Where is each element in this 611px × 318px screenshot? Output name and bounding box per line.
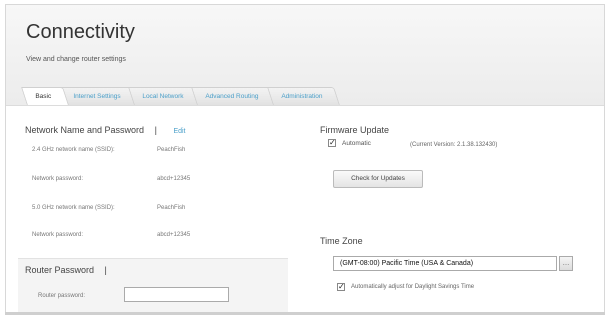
network-row: Network password: abcd+12345 [32,176,191,182]
page-title: Connectivity [26,21,135,43]
router-password-title: Router Password | [25,265,107,275]
firmware-current-version: (Current Version: 2.1.38.132430) [410,142,498,148]
network-section-title: Network Name and Password | Edit [25,125,186,135]
check-for-updates-button[interactable]: Check for Updates [333,170,423,188]
router-password-label: Router password: [38,293,86,299]
page-subtitle: View and change router settings [26,56,126,63]
tab-bar: Basic Internet Settings Local Network Ad… [21,87,340,105]
router-password-input[interactable] [124,287,229,302]
network-row: 5.0 GHz network name (SSID): PeachFish [32,205,186,211]
tab-advanced-routing[interactable]: Advanced Routing [191,87,277,105]
firmware-automatic-checkbox[interactable]: ✓ Automatic [328,139,371,147]
timezone-section-title: Time Zone [320,236,363,246]
edit-network-link[interactable]: Edit [173,128,185,135]
firmware-section-title: Firmware Update [320,125,390,135]
tab-local-network[interactable]: Local Network [128,87,202,105]
tab-basic[interactable]: Basic [21,87,69,105]
checkmark-icon: ✓ [328,138,336,147]
timezone-select[interactable]: (GMT-08:00) Pacific Time (USA & Canada) [333,256,557,271]
dropdown-icon[interactable]: … [559,256,573,271]
network-row: 2.4 GHz network name (SSID): PeachFish [32,147,186,153]
dst-checkbox[interactable]: ✓ Automatically adjust for Daylight Savi… [337,283,474,291]
tab-administration[interactable]: Administration [266,87,340,105]
checkmark-icon: ✓ [337,282,345,291]
page-header: Connectivity View and change router sett… [6,5,604,105]
network-row: Network password: abcd+12345 [32,232,191,238]
window-bottom-edge [5,312,605,315]
tab-internet-settings[interactable]: Internet Settings [58,87,139,105]
